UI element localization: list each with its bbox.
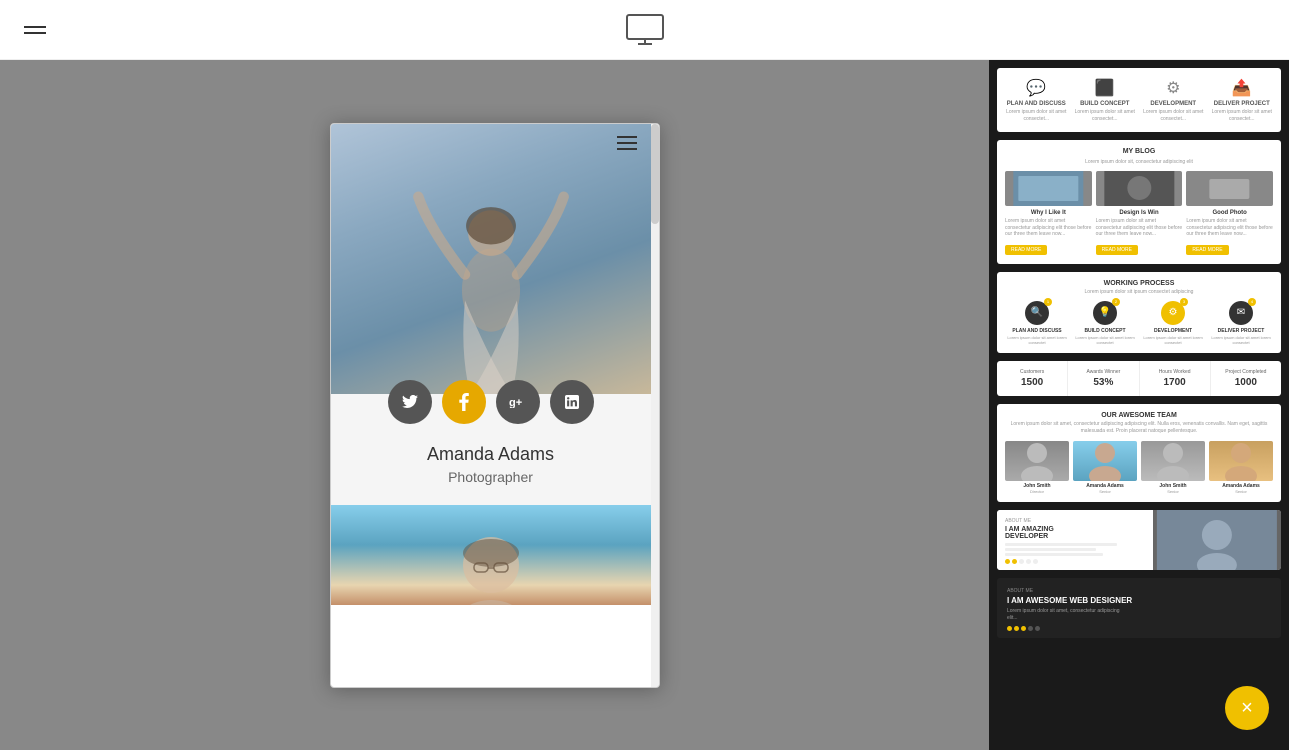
stat-awards: Awards Winner 53% [1068, 361, 1139, 396]
block-item: ⚙ DEVELOPMENT Lorem ipsum dolor sit amet… [1142, 78, 1205, 122]
stat-hours: Hours Worked 1700 [1140, 361, 1211, 396]
team-member-1: John Smith Director [1005, 441, 1069, 494]
block-card-blog[interactable]: MY BLOG Lorem ipsum dolor sit, consectet… [997, 140, 1281, 264]
blog-img-2 [1096, 171, 1183, 206]
blog-cap-2: Design Is Win Lorem ipsum dolor sit amet… [1096, 210, 1183, 256]
blog-img-3 [1186, 171, 1273, 206]
block-card-team[interactable]: OUR AWESOME TEAM Lorem ipsum dolor sit a… [997, 404, 1281, 502]
stats-row: Customers 1500 Awards Winner 53% Hours W… [997, 361, 1281, 396]
preview-inner: g+ Amanda Adams Photographer [331, 124, 651, 687]
concept-icon: ⬛ [1074, 78, 1137, 98]
social-icons: g+ [388, 380, 594, 424]
main-canvas: g+ Amanda Adams Photographer [0, 60, 989, 750]
block-item: 📤 DELIVER PROJECT Lorem ipsum dolor sit … [1211, 78, 1274, 122]
googleplus-button[interactable]: g+ [496, 380, 540, 424]
linkedin-button[interactable] [550, 380, 594, 424]
block-card-stats[interactable]: Customers 1500 Awards Winner 53% Hours W… [997, 361, 1281, 396]
block-card-about-2[interactable]: ABOUT ME I AM AWESOME WEB DESIGNER Lorem… [997, 578, 1281, 638]
twitter-button[interactable] [388, 380, 432, 424]
profile-title: Photographer [351, 469, 631, 485]
block-card-process-1[interactable]: 💬 PLAN AND DISCUSS Lorem ipsum dolor sit… [997, 68, 1281, 132]
menu-icon[interactable] [24, 22, 46, 38]
dev-icon: ⚙ [1142, 78, 1205, 98]
process-item-4: ✉ 4 DELIVER PROJECT Lorem ipsum dolor si… [1209, 301, 1273, 345]
fab-close-button[interactable]: × [1225, 686, 1269, 730]
deliver-icon: 📤 [1211, 78, 1274, 98]
hero-image: g+ [331, 124, 651, 394]
right-panel: Blocks All ▾ 💬 PLAN AND DISCUSS Lorem ip… [989, 0, 1289, 750]
blog-cap-1: Why I Like It Lorem ipsum dolor sit amet… [1005, 210, 1092, 256]
team-member-3: John Smith Senior [1141, 441, 1205, 494]
facebook-button[interactable] [442, 380, 486, 424]
scrollbar-thumb[interactable] [651, 124, 659, 224]
team-member-2: Amanda Adams Senior [1073, 441, 1137, 494]
blog-img-1 [1005, 171, 1092, 206]
preview-nav [617, 136, 637, 150]
svg-text:g+: g+ [509, 397, 522, 408]
blog-cap-3: Good Photo Lorem ipsum dolor sit amet co… [1186, 210, 1273, 256]
process-item-3: ⚙ 3 DEVELOPMENT Lorem ipsum dolor sit am… [1141, 301, 1205, 345]
preview-scrollbar[interactable] [651, 124, 659, 687]
block-item: 💬 PLAN AND DISCUSS Lorem ipsum dolor sit… [1005, 78, 1068, 122]
preview-frame: g+ Amanda Adams Photographer [330, 123, 660, 688]
block-card-about-1[interactable]: ABOUT ME I AM AMAZINGDEVELOPER [997, 510, 1281, 570]
team-member-4: Amanda Adams Senior [1209, 441, 1273, 494]
chat-icon: 💬 [1005, 78, 1068, 98]
block-item: ⬛ BUILD CONCEPT Lorem ipsum dolor sit am… [1074, 78, 1137, 122]
monitor-icon [626, 14, 664, 46]
preview-card2 [331, 505, 651, 605]
stat-customers: Customers 1500 [997, 361, 1068, 396]
block-card-working-process[interactable]: WORKING PROCESS Lorem ipsum dolor sit ip… [997, 272, 1281, 353]
hero-figure [331, 124, 651, 394]
process-item-1: 🔍 1 PLAN AND DISCUSS Lorem ipsum dolor s… [1005, 301, 1069, 345]
profile-name: Amanda Adams [351, 444, 631, 465]
stat-projects: Project Completed 1000 [1211, 361, 1281, 396]
panel-content: 💬 PLAN AND DISCUSS Lorem ipsum dolor sit… [989, 60, 1289, 654]
header [0, 0, 1289, 60]
process-item-2: 💡 2 BUILD CONCEPT Lorem ipsum dolor sit … [1073, 301, 1137, 345]
